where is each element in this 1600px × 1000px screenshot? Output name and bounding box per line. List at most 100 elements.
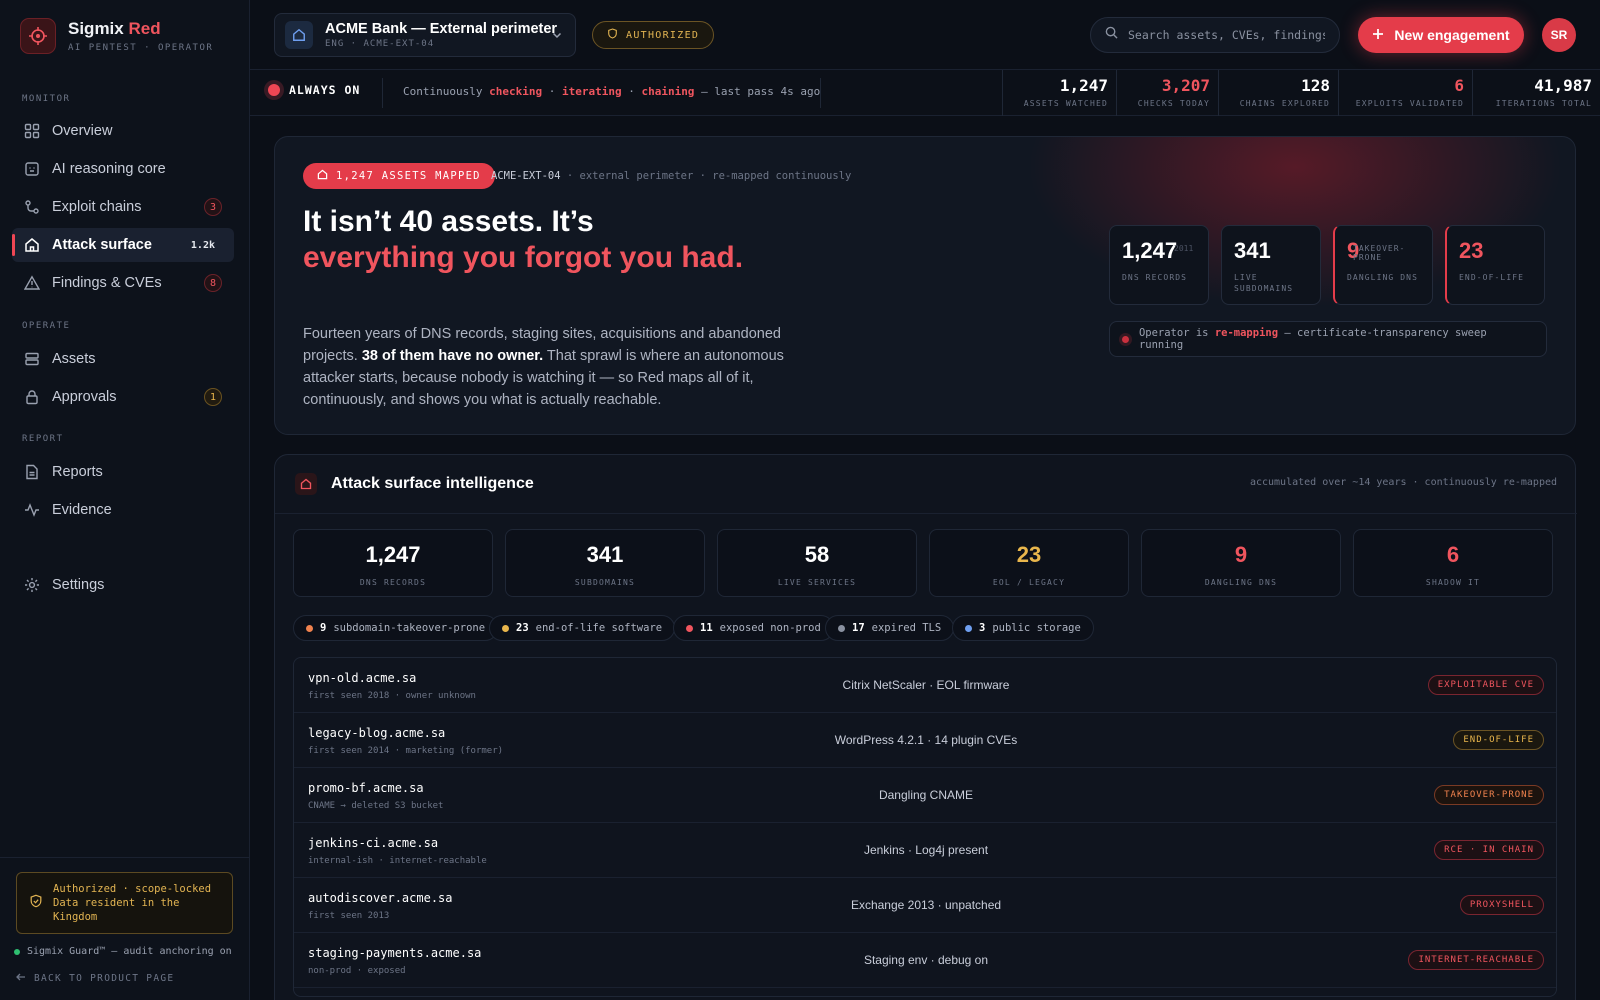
hero-stat-live-subdomains: 341 LIVE SUBDOMAINS xyxy=(1221,225,1321,305)
target-icon xyxy=(20,18,56,54)
search-icon xyxy=(1105,26,1118,44)
engagement-title: ACME Bank — External perimeter xyxy=(325,21,558,37)
kpi-checks-today: 3,207 CHECKS TODAY xyxy=(1116,70,1218,116)
chip-dot xyxy=(686,624,693,632)
hero-stat-dangling-dns: 9 DANGLING DNS TAKEOVER-PRONE xyxy=(1333,225,1433,305)
sidebar-item-label: Settings xyxy=(52,577,105,593)
count-badge: 3 xyxy=(203,198,222,216)
status-strip: ALWAYS ON Continuously checking · iterat… xyxy=(250,70,1600,116)
table-row[interactable]: jenkins-ci.acme.sa internal-ish · intern… xyxy=(294,823,1556,878)
sidebar-item-label: Approvals xyxy=(52,389,117,405)
engagement-selector[interactable]: ACME Bank — External perimeter ENG · ACM… xyxy=(274,13,576,57)
grid-icon xyxy=(23,122,41,140)
kpi-value: 41,987 xyxy=(1534,76,1592,95)
panel-header: Attack surface intelligence xyxy=(295,473,534,495)
table-row[interactable]: autodiscover.acme.sa first seen 2013 Exc… xyxy=(294,878,1556,933)
kpi-iterations-total: 41,987 ITERATIONS TOTAL xyxy=(1472,70,1600,116)
avatar[interactable]: SR xyxy=(1542,18,1576,52)
faint-label: 2011 xyxy=(1174,244,1194,253)
kpi-label: ITERATIONS TOTAL xyxy=(1495,99,1592,108)
sidebar-item-settings[interactable]: Settings xyxy=(12,568,234,602)
new-engagement-button[interactable]: New engagement xyxy=(1358,17,1524,53)
sidebar-item-overview[interactable]: Overview xyxy=(12,114,234,148)
row-tag: EXPLOITABLE CVE xyxy=(1427,675,1544,695)
row-sub: non-prod · exposed xyxy=(308,966,406,976)
stat-card-eol-legacy: 23 EOL / LEGACY xyxy=(929,529,1129,597)
stat-value: 23 xyxy=(1459,238,1484,263)
stat-card-live-services: 58 LIVE SERVICES xyxy=(717,529,917,597)
chip-dot xyxy=(306,624,313,632)
table-row[interactable]: promo-bf.acme.sa CNAME → deleted S3 buck… xyxy=(294,768,1556,823)
row-tag: INTERNET-REACHABLE xyxy=(1408,950,1544,970)
card-value: 341 xyxy=(586,542,624,567)
filter-chip-end-of-life[interactable]: 23 end-of-life software xyxy=(489,615,676,641)
gear-icon xyxy=(23,576,41,594)
back-to-product-link[interactable]: BACK TO PRODUCT PAGE xyxy=(16,972,174,985)
count-badge: 1 xyxy=(203,388,222,406)
stat-value: 341 xyxy=(1234,238,1271,263)
cpu-icon xyxy=(23,160,41,178)
sidebar-item-label: Findings & CVEs xyxy=(52,275,162,291)
filter-chip-exposed-non-prod[interactable]: 11 exposed non-prod xyxy=(673,615,834,641)
hero-stat-end-of-life: 23 END-OF-LIFE xyxy=(1445,225,1545,305)
sidebar-item-exploit-chains[interactable]: Exploit chains 3 xyxy=(12,190,234,224)
card-label: DNS RECORDS xyxy=(359,578,427,587)
table-row[interactable]: legacy-blog.acme.sa first seen 2014 · ma… xyxy=(294,713,1556,768)
panel-note: accumulated over ~14 years · continuousl… xyxy=(1249,477,1557,488)
row-sub: internal-ish · internet-reachable xyxy=(308,856,487,866)
search-input[interactable] xyxy=(1128,28,1325,42)
sidebar-item-label: AI reasoning core xyxy=(52,161,166,177)
activity-icon xyxy=(23,501,41,519)
home-icon xyxy=(295,473,317,495)
filter-chip-public-storage[interactable]: 3 public storage xyxy=(952,615,1094,641)
asset-table: vpn-old.acme.sa first seen 2018 · owner … xyxy=(293,657,1557,997)
filter-chip-expired-tls[interactable]: 17 expired TLS xyxy=(825,615,955,641)
row-description: Jenkins · Log4j present xyxy=(863,843,989,857)
card-label: SUBDOMAINS xyxy=(574,578,636,587)
activity-text: Continuously checking · iterating · chai… xyxy=(403,85,821,98)
plus-icon xyxy=(1372,27,1384,43)
sidebar-item-approvals[interactable]: Approvals 1 xyxy=(12,380,234,414)
row-description: Staging env · debug on xyxy=(863,953,989,967)
shield-icon xyxy=(607,28,618,42)
hero-stat-dns-records: 1,247 DNS RECORDS 2011 xyxy=(1109,225,1209,305)
sidebar-item-ai-reasoning-core[interactable]: AI reasoning core xyxy=(12,152,234,186)
kpi-label: ASSETS WATCHED xyxy=(1023,99,1108,108)
brand-name: Sigmix Red xyxy=(68,19,161,38)
sidebar-item-label: Assets xyxy=(52,351,96,367)
guard-text: Sigmix Guard™ — audit anchoring on xyxy=(27,946,232,957)
filter-chip-takeover-prone[interactable]: 9 subdomain-takeover-prone xyxy=(293,615,499,641)
sidebar-item-attack-surface[interactable]: Attack surface 1.2k xyxy=(12,228,234,262)
card-value: 58 xyxy=(804,542,830,567)
arrow-left-icon xyxy=(16,972,26,985)
kpi-value: 1,247 xyxy=(1059,76,1108,95)
hero-description: Fourteen years of DNS records, staging s… xyxy=(303,326,784,408)
status-dot xyxy=(1122,335,1129,343)
search-box[interactable] xyxy=(1090,17,1340,53)
sidebar-item-evidence[interactable]: Evidence xyxy=(12,493,234,527)
row-tag: END-OF-LIFE xyxy=(1453,730,1544,750)
chip-dot xyxy=(838,624,845,632)
kpi-value: 128 xyxy=(1301,76,1330,95)
assets-mapped-label: 1,247 ASSETS MAPPED xyxy=(336,170,481,182)
count-badge: 1.2k xyxy=(190,239,215,251)
hero-panel: 1,247 ASSETS MAPPED ACME-EXT-04 · extern… xyxy=(274,136,1576,435)
authorization-text: Authorized · scope-locked Data resident … xyxy=(53,883,212,923)
sidebar-item-label: Reports xyxy=(52,464,103,480)
table-row[interactable]: vpn-old.acme.sa first seen 2018 · owner … xyxy=(294,658,1556,713)
stat-card-shadow-it: 6 SHADOW IT xyxy=(1353,529,1553,597)
count-badge: 8 xyxy=(203,274,222,292)
row-description: WordPress 4.2.1 · 14 plugin CVEs xyxy=(834,733,1018,747)
hero-meta: ACME-EXT-04 · external perimeter · re-ma… xyxy=(491,170,852,182)
stat-card-dns-records: 1,247 DNS RECORDS xyxy=(293,529,493,597)
table-row[interactable]: staging-payments.acme.sa non-prod · expo… xyxy=(294,933,1556,988)
sidebar-item-findings-cves[interactable]: Findings & CVEs 8 xyxy=(12,266,234,300)
sidebar-item-reports[interactable]: Reports xyxy=(12,455,234,489)
authorized-label: AUTHORIZED xyxy=(626,29,700,41)
row-tag: PROXYSHELL xyxy=(1459,895,1544,915)
sidebar: Sigmix Red AI PENTEST · OPERATOR MONITOR… xyxy=(0,0,250,1000)
row-description: Citrix NetScaler · EOL firmware xyxy=(842,678,1010,692)
sidebar-item-assets[interactable]: Assets xyxy=(12,342,234,376)
card-value: 23 xyxy=(1016,542,1042,567)
chip-dot xyxy=(965,624,972,632)
